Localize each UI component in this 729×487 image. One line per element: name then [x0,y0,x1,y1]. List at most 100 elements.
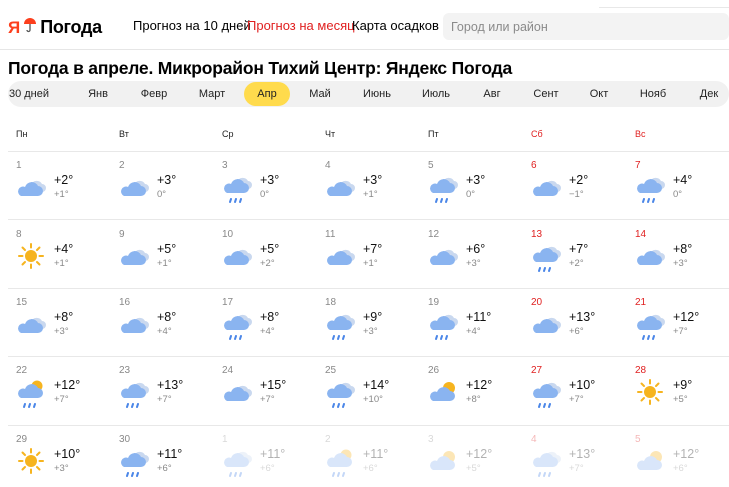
day-cell[interactable]: 15 +8° +3° [16,297,119,365]
day-number: 2 [119,160,125,171]
day-cell[interactable]: 19 +11° +4° [428,297,531,365]
day-cell[interactable]: 4 +3° +1° [325,160,428,228]
temp-min: +1° [54,258,69,269]
day-cell[interactable]: 5 +12° +6° [635,434,729,487]
temp-max: +11° [157,447,183,461]
tab-month-7[interactable]: Июль [422,81,450,107]
day-number: 20 [531,297,543,308]
day-cell[interactable]: 5 +3° 0° [428,160,531,228]
day-cell[interactable]: 30 +11° +6° [119,434,222,487]
tab-month-8[interactable]: Авг [483,81,500,107]
day-cell[interactable]: 24 +15° +7° [222,365,325,433]
day-cell[interactable]: 2 +3° 0° [119,160,222,228]
day-number: 21 [635,297,647,308]
nav-precipitation-map[interactable]: Карта осадков [352,18,439,33]
temp-max: +5° [157,242,177,256]
temp-min: 0° [260,189,270,200]
day-cell[interactable]: 1 +2° +1° [16,160,119,228]
day-cell[interactable]: 2 +11° +6° [325,434,428,487]
day-cell[interactable]: 10 +5° +2° [222,229,325,297]
day-cell[interactable]: 26 +12° +8° [428,365,531,433]
day-cell[interactable]: 8 +4° +1° [16,229,119,297]
tab-month-10[interactable]: Окт [590,81,609,107]
day-number: 1 [222,434,228,445]
day-cell[interactable]: 3 +12° +5° [428,434,531,487]
temp-max: +12° [673,447,700,461]
day-cell[interactable]: 4 +13° +7° [531,434,634,487]
tab-month-6[interactable]: Июнь [363,81,391,107]
day-cell[interactable]: 9 +5° +1° [119,229,222,297]
day-cell[interactable]: 3 +3° 0° [222,160,325,228]
tab-month-1[interactable]: Янв [88,81,108,107]
day-number: 24 [222,365,234,376]
day-cell[interactable]: 27 +10° +7° [531,365,634,433]
day-number: 29 [16,434,28,445]
nav-month[interactable]: Прогноз на месяц [247,18,355,33]
nav-10-days[interactable]: Прогноз на 10 дней [133,18,251,33]
tab-month-9[interactable]: Сент [533,81,558,107]
partly-cloudy-icon [16,174,46,200]
day-cell[interactable]: 20 +13° +6° [531,297,634,365]
temp-min: +7° [569,394,584,405]
temp-max: +5° [260,242,280,256]
temp-min: +1° [54,189,69,200]
cloud-rain-icon [531,448,561,477]
day-cell[interactable]: 7 +4° 0° [635,160,729,228]
day-cell[interactable]: 11 +7° +1° [325,229,428,297]
tab-30-days[interactable]: 30 дней [9,81,49,107]
cloud-rain-icon [428,311,458,340]
tab-month-12[interactable]: Дек [700,81,718,107]
tab-month-5[interactable]: Май [309,81,331,107]
day-cell[interactable]: 29 +10° +3° [16,434,119,487]
temp-max: +4° [673,173,693,187]
cloud-rain-icon [119,379,149,408]
day-number: 5 [428,160,434,171]
temp-max: +12° [673,310,700,324]
day-number: 4 [531,434,537,445]
logo[interactable]: Я Погода [8,17,102,38]
day-cell[interactable]: 22 +12° +7° [16,365,119,433]
search-input[interactable] [443,13,729,40]
day-cell[interactable]: 6 +2° −1° [531,160,634,228]
temp-min: +6° [569,326,584,337]
day-cell[interactable]: 13 +7° +2° [531,229,634,297]
day-number: 30 [119,434,131,445]
temp-max: +11° [363,447,389,461]
cloud-rain-icon [222,448,252,477]
temp-min: +3° [54,326,69,337]
day-cell[interactable]: 23 +13° +7° [119,365,222,433]
sun-icon [16,243,46,269]
temp-max: +3° [363,173,383,187]
search-box[interactable] [443,13,729,40]
temp-max: +9° [673,378,693,392]
day-cell[interactable]: 1 +11° +6° [222,434,325,487]
sun-cloud-rain-icon [325,448,355,477]
temp-max: +12° [466,378,493,392]
day-number: 25 [325,365,337,376]
tab-month-11[interactable]: Нояб [640,81,666,107]
cloud-rain-icon [325,379,355,408]
tab-month-3[interactable]: Март [199,81,225,107]
temp-max: +12° [54,378,81,392]
partly-cloudy-icon [531,311,561,337]
day-number: 4 [325,160,331,171]
temp-min: +3° [673,258,688,269]
temp-max: +11° [466,310,492,324]
day-cell[interactable]: 16 +8° +4° [119,297,222,365]
day-cell[interactable]: 28 +9° +5° [635,365,729,433]
day-cell[interactable]: 12 +6° +3° [428,229,531,297]
day-number: 23 [119,365,131,376]
day-cell[interactable]: 18 +9° +3° [325,297,428,365]
tab-month-4[interactable]: Апр [244,82,290,106]
day-cell[interactable]: 21 +12° +7° [635,297,729,365]
day-number: 3 [222,160,228,171]
day-number: 13 [531,229,543,240]
temp-max: +15° [260,378,287,392]
day-number: 2 [325,434,331,445]
temp-max: +2° [569,173,589,187]
day-cell[interactable]: 14 +8° +3° [635,229,729,297]
day-cell[interactable]: 17 +8° +4° [222,297,325,365]
day-cell[interactable]: 25 +14° +10° [325,365,428,433]
tab-month-2[interactable]: Февр [141,81,167,107]
day-number: 6 [531,160,537,171]
